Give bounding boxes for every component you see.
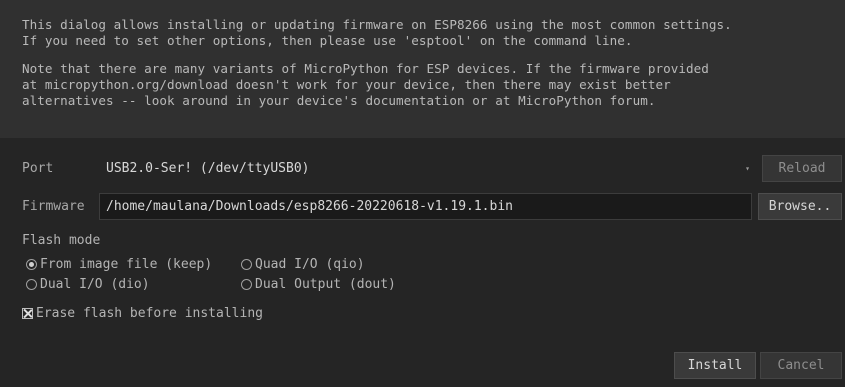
erase-flash-label: Erase flash before installing (36, 306, 263, 321)
radio-label: From image file (keep) (40, 257, 213, 272)
radio-flash-qio[interactable]: Quad I/O (qio) (241, 257, 365, 272)
intro-paragraph-2: Note that there are many variants of Mic… (22, 61, 845, 109)
intro-paragraph-1: This dialog allows installing or updatin… (22, 17, 845, 49)
reload-button[interactable]: Reload (762, 155, 842, 182)
intro-line: Note that there are many variants of Mic… (22, 61, 709, 76)
firmware-path-value: /home/maulana/Downloads/esp8266-20220618… (106, 199, 513, 214)
erase-flash-checkbox[interactable]: Erase flash before installing (22, 306, 263, 321)
radio-unselected-icon (241, 279, 252, 290)
intro-line: alternatives -- look around in your devi… (22, 93, 656, 108)
flash-mode-label: Flash mode (22, 233, 101, 248)
checkbox-checked-icon (22, 308, 33, 319)
radio-unselected-icon (241, 259, 252, 270)
port-label: Port (22, 161, 54, 176)
radio-flash-keep[interactable]: From image file (keep) (26, 257, 212, 272)
firmware-label: Firmware (22, 199, 85, 214)
install-button[interactable]: Install (674, 352, 756, 379)
intro-line: This dialog allows installing or updatin… (22, 17, 732, 32)
radio-label: Dual I/O (dio) (40, 277, 150, 292)
radio-label: Quad I/O (qio) (255, 257, 365, 272)
radio-flash-dout[interactable]: Dual Output (dout) (241, 277, 396, 292)
browse-button[interactable]: Browse.. (758, 193, 842, 220)
port-select[interactable]: USB2.0-Ser! (/dev/ttyUSB0) ▾ (99, 155, 758, 182)
radio-label: Dual Output (dout) (255, 277, 396, 292)
intro-panel: This dialog allows installing or updatin… (0, 0, 845, 138)
port-value: USB2.0-Ser! (/dev/ttyUSB0) (106, 161, 310, 176)
intro-line: If you need to set other options, then p… (22, 33, 633, 48)
radio-unselected-icon (26, 279, 37, 290)
radio-flash-dio[interactable]: Dual I/O (dio) (26, 277, 150, 292)
intro-line: at micropython.org/download doesn't work… (22, 77, 671, 92)
firmware-path-input[interactable]: /home/maulana/Downloads/esp8266-20220618… (99, 193, 752, 220)
chevron-down-icon: ▾ (745, 164, 750, 173)
radio-selected-icon (26, 259, 37, 270)
cancel-button[interactable]: Cancel (760, 352, 842, 379)
